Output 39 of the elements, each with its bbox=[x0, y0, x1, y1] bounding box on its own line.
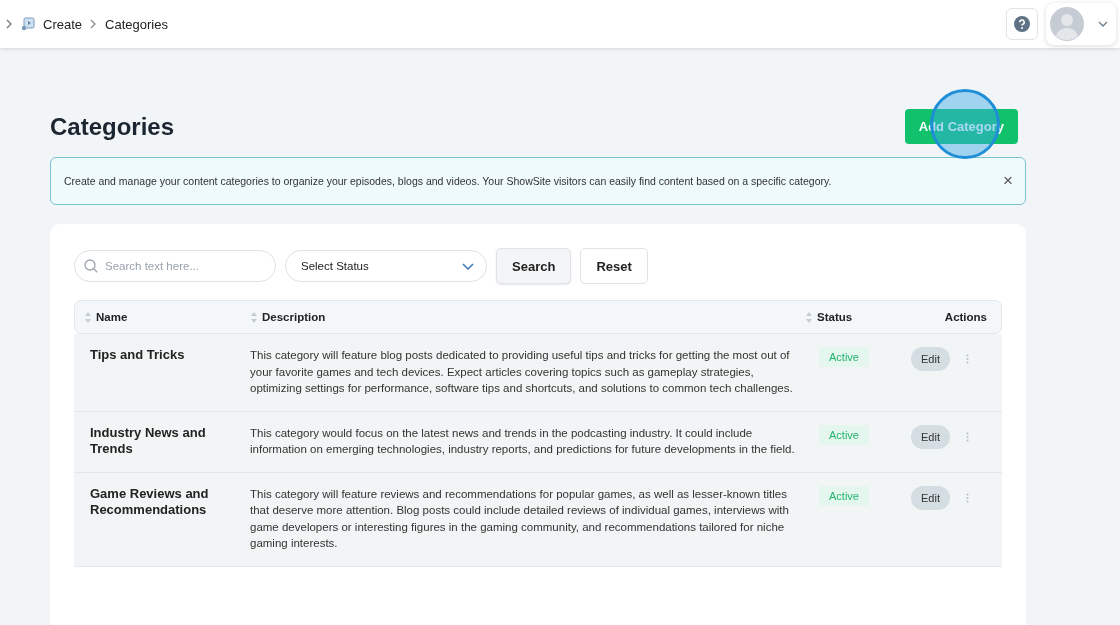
category-description: This category would focus on the latest news and trends in the podcasting industry. It could include information on emerging technologies, industry reports, and predictions for future developments in the field. bbox=[250, 425, 795, 457]
sort-icon[interactable] bbox=[806, 311, 812, 323]
column-header: Description bbox=[262, 311, 326, 323]
more-options-icon[interactable] bbox=[965, 492, 969, 503]
avatar-icon bbox=[1050, 7, 1084, 41]
column-header: Name bbox=[96, 311, 128, 323]
status-badge: Active bbox=[819, 485, 869, 506]
edit-button[interactable]: Edit bbox=[911, 424, 950, 449]
media-file-icon bbox=[21, 17, 35, 31]
category-name: Tips and Tricks bbox=[90, 347, 186, 363]
sort-icon[interactable] bbox=[251, 311, 257, 323]
info-text: Create and manage your content categories to organize your episodes, blogs and videos. Your ShowSite visitors can easily find content based on a specific category. bbox=[64, 175, 832, 187]
more-options-icon[interactable] bbox=[965, 431, 969, 442]
category-description: This category will feature blog posts dedicated to providing useful tips and tricks for getting the most out of your favorite games and tech devices. Expect articles covering topics such as gameplay strategies, optimizing settings for performance, software tips and shortcuts, and solutions to common tech challenges. bbox=[250, 348, 794, 396]
search-field[interactable]: Search text here... bbox=[74, 250, 276, 282]
close-button[interactable]: × bbox=[1003, 171, 1013, 191]
edit-button[interactable]: Edit bbox=[911, 485, 950, 510]
edit-button[interactable]: Edit bbox=[911, 347, 950, 371]
status-badge: Active bbox=[819, 347, 869, 367]
chevron-right-icon[interactable] bbox=[6, 19, 13, 29]
more-options-icon[interactable] bbox=[965, 354, 969, 364]
column-header: Status bbox=[817, 311, 853, 323]
status-badge: Active bbox=[819, 424, 869, 445]
column-header: Actions bbox=[944, 311, 987, 323]
category-name: Industry News and Trends bbox=[90, 424, 207, 457]
help-icon bbox=[1014, 16, 1030, 32]
category-name: Game Reviews and Recommendations bbox=[90, 485, 210, 518]
help-button[interactable] bbox=[1006, 8, 1038, 40]
category-description: This category will feature reviews and recommendations for popular games, as well as lesser-known titles that deserve more attention. Blog posts could include detailed reviews of individual games, interviews with game developers or interesting figures in the gaming community, and recommendations tailored for niche gaming interests. bbox=[250, 486, 790, 551]
chevron-down-icon bbox=[462, 262, 474, 270]
chevron-down-icon bbox=[1098, 21, 1108, 27]
reset-button[interactable]: Reset bbox=[580, 248, 648, 284]
page-title: Categories bbox=[50, 112, 175, 141]
chevron-right-icon bbox=[90, 19, 98, 29]
sort-icon[interactable] bbox=[85, 311, 91, 323]
search-button[interactable]: Search bbox=[496, 248, 572, 284]
breadcrumb-link[interactable]: Categories bbox=[105, 16, 168, 32]
user-menu-button[interactable] bbox=[1046, 3, 1116, 45]
breadcrumb-link[interactable]: Create bbox=[43, 16, 83, 32]
